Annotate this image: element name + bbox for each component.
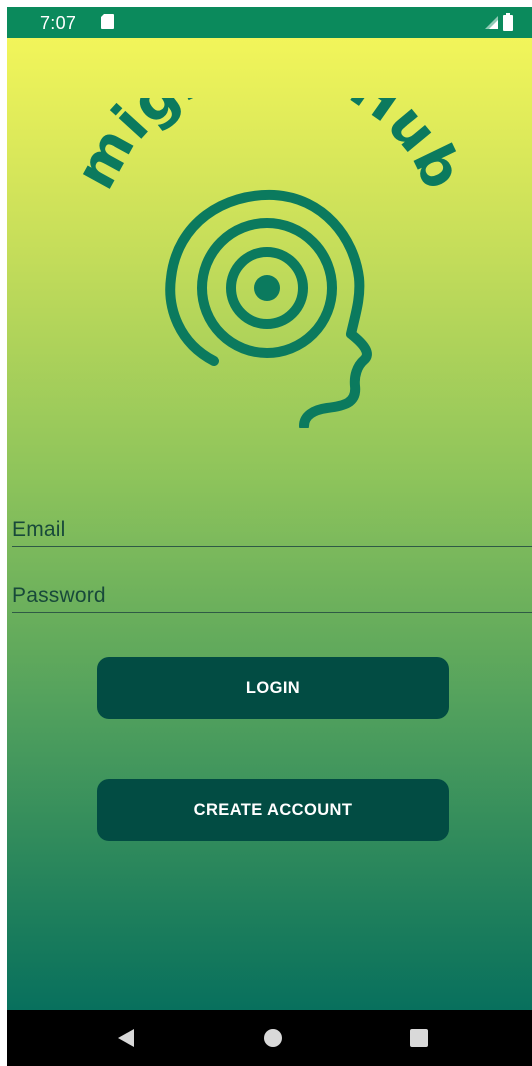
logo-text: migraineHub (79, 98, 459, 200)
sd-card-icon (101, 14, 114, 29)
email-field[interactable]: Email (12, 512, 532, 547)
password-placeholder: Password (12, 584, 106, 607)
status-time: 7:07 (40, 13, 77, 33)
navigation-bar (7, 1010, 532, 1066)
home-icon[interactable] (262, 1027, 284, 1049)
signal-icon (485, 16, 498, 29)
recents-icon[interactable] (409, 1028, 429, 1048)
svg-text:migraineHub: migraineHub (79, 98, 459, 200)
create-account-button-label: CREATE ACCOUNT (193, 800, 353, 819)
phone-screen: 7:07 migraineHub (0, 0, 532, 1066)
status-bar: 7:07 (7, 7, 532, 38)
email-placeholder: Email (12, 518, 66, 541)
battery-icon (503, 13, 513, 31)
migrainehub-logo: migraineHub (79, 98, 459, 428)
password-field[interactable]: Password (12, 578, 532, 613)
head-concentric-circles-icon (165, 189, 372, 428)
login-screen: migraineHub Email Password LOGIN CREATE … (7, 38, 532, 1010)
create-account-button[interactable]: CREATE ACCOUNT (97, 779, 449, 841)
login-button-label: LOGIN (245, 678, 301, 697)
login-button[interactable]: LOGIN (97, 657, 449, 719)
back-icon[interactable] (115, 1027, 137, 1049)
